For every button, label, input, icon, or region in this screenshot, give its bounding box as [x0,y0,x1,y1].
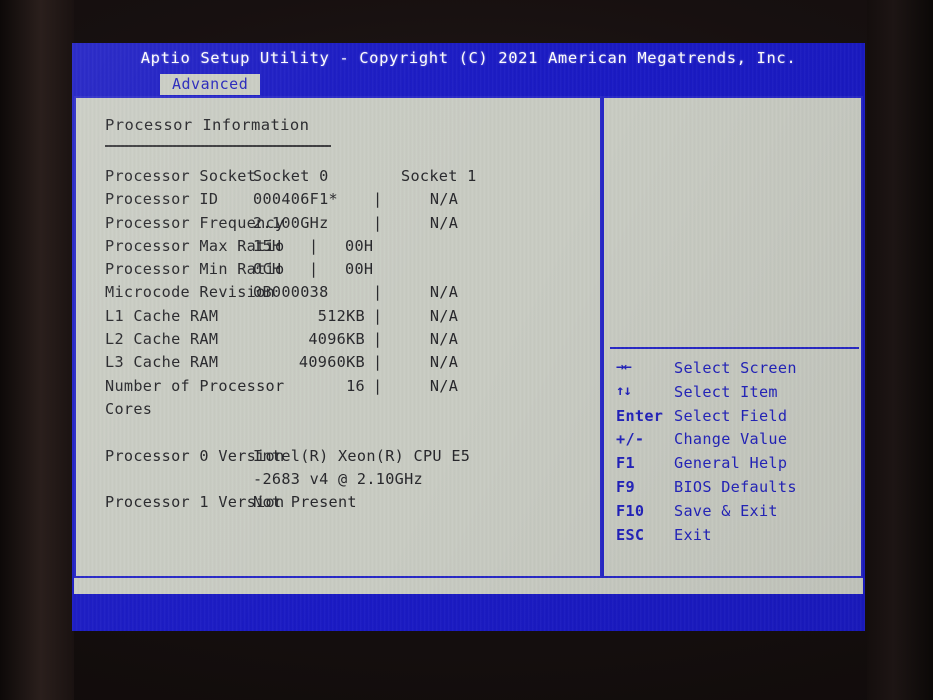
row-separator: | [373,213,383,232]
legend-divider [610,347,859,349]
row-label: Microcode Revision [105,283,275,302]
table-row: Processor 1 Version Not Present [105,493,585,516]
key-legend: →← Select Screen ↑↓ Select Item Enter Se… [616,359,860,549]
row-separator: | [373,283,383,302]
row-separator: | [373,330,383,349]
row-separator: | [373,376,383,395]
table-row: Processor Frequency 2.100GHz | N/A [105,214,585,237]
row-value-socket0: 0CH [253,260,282,279]
row-separator: | [309,236,319,255]
row-value-socket1: 00H [345,260,374,279]
monitor-photo: Aptio Setup Utility - Copyright (C) 2021… [0,0,933,700]
legend-item-label: Select Field [674,406,788,425]
left-right-arrow-icon: →← [616,359,632,375]
row-value-socket0: Socket 0 [253,167,329,185]
table-row: Processor Socket Socket 0 Socket 1 [105,167,585,190]
table-row: Processor 0 Version Intel(R) Xeon(R) CPU… [105,447,585,470]
tab-advanced[interactable]: Advanced [160,74,261,95]
section-divider [105,145,331,147]
table-row: Cores [105,400,585,423]
row-value-socket1: 00H [345,236,374,255]
legend-item-save-and-exit: F10 Save & Exit [616,502,860,526]
enter-key-icon: Enter [616,406,664,425]
plus-minus-key-icon: +/- [616,430,645,449]
table-row: L3 Cache RAM 40960KB | N/A [105,353,585,376]
legend-item-label: Save & Exit [674,501,778,520]
row-value-socket1: N/A [429,213,459,232]
up-down-arrow-icon: ↑↓ [616,382,632,399]
row-separator: | [309,260,319,279]
f10-key-icon: F10 [616,501,645,520]
table-row: Processor ID 000406F1* | N/A [105,190,585,213]
row-label: Processor Socket [105,167,257,185]
row-value-socket0: 15H [253,236,282,255]
row-value-socket1: N/A [429,330,459,349]
legend-item-exit: ESC Exit [616,526,860,550]
row-separator: | [373,190,383,209]
esc-key-icon: ESC [616,525,645,544]
row-value-socket0: 0B000038 [253,283,329,302]
page-title: Aptio Setup Utility - Copyright (C) 2021… [140,49,797,67]
processor-information-pane: Processor Information Processor Socket S… [74,96,602,578]
table-row: L2 Cache RAM 4096KB | N/A [105,330,585,353]
processor-info-table: Processor Socket Socket 0 Socket 1 Proce… [105,167,585,516]
bios-screen: Aptio Setup Utility - Copyright (C) 2021… [72,43,865,631]
row-value-socket0: 000406F1* [253,190,338,209]
legend-item-label: BIOS Defaults [674,477,797,496]
content-frame: Processor Information Processor Socket S… [74,96,863,578]
section-title: Processor Information [105,116,310,134]
row-value-socket1: N/A [429,376,459,395]
monitor-bezel-right [867,0,933,700]
row-separator: | [373,353,383,372]
row-value-socket1: N/A [429,353,459,372]
legend-item-label: General Help [674,454,788,473]
row-label: L3 Cache RAM [105,353,219,372]
legend-item-select-field: Enter Select Field [616,407,860,431]
table-row: Microcode Revision 0B000038 | N/A [105,283,585,306]
help-pane: →← Select Screen ↑↓ Select Item Enter Se… [602,96,863,578]
f9-key-icon: F9 [616,477,635,496]
row-value-socket0: 512KB [317,306,365,325]
row-value-socket0-continued: -2683 v4 @ 2.10GHz [253,469,423,488]
footer-blue-band [72,594,865,631]
row-label: L1 Cache RAM [105,306,219,325]
row-value-socket0: 4096KB [308,330,365,349]
row-value-socket0: Intel(R) Xeon(R) CPU E5 [253,446,471,465]
footer-gray-band [74,578,863,594]
row-label: Cores [105,399,153,418]
row-value-socket0: 2.100GHz [253,213,329,232]
row-label: L2 Cache RAM [105,330,219,349]
row-label: Processor ID [105,190,219,209]
legend-item-label: Select Screen [674,359,797,377]
f1-key-icon: F1 [616,454,635,473]
legend-item-general-help: F1 General Help [616,454,860,478]
row-value-socket0: 16 [346,376,365,395]
monitor-bezel-left [0,0,74,700]
table-row: Number of Processor 16 | N/A [105,377,585,400]
table-row: Processor Max Ratio 15H | 00H [105,237,585,260]
legend-item-change-value: +/- Change Value [616,430,860,454]
table-row: Processor Min Ratio 0CH | 00H [105,260,585,283]
table-row-spacer [105,423,585,446]
legend-item-label: Select Item [674,382,778,401]
row-value-socket0: 40960KB [298,353,365,372]
row-value-socket1: N/A [429,190,459,209]
legend-item-bios-defaults: F9 BIOS Defaults [616,478,860,502]
row-separator: | [373,306,383,325]
row-value-socket1: Socket 1 [401,167,477,185]
legend-item-label: Change Value [674,430,788,449]
table-row: -2683 v4 @ 2.10GHz [105,470,585,493]
row-value-socket1: N/A [429,306,459,325]
legend-item-select-item: ↑↓ Select Item [616,383,860,407]
row-value-socket1: N/A [429,283,459,302]
legend-item-label: Exit [674,525,712,544]
legend-item-select-screen: →← Select Screen [616,359,860,383]
menu-tab-bar: Advanced [72,74,865,95]
table-row: L1 Cache RAM 512KB | N/A [105,307,585,330]
row-value-socket0: Not Present [253,493,357,512]
